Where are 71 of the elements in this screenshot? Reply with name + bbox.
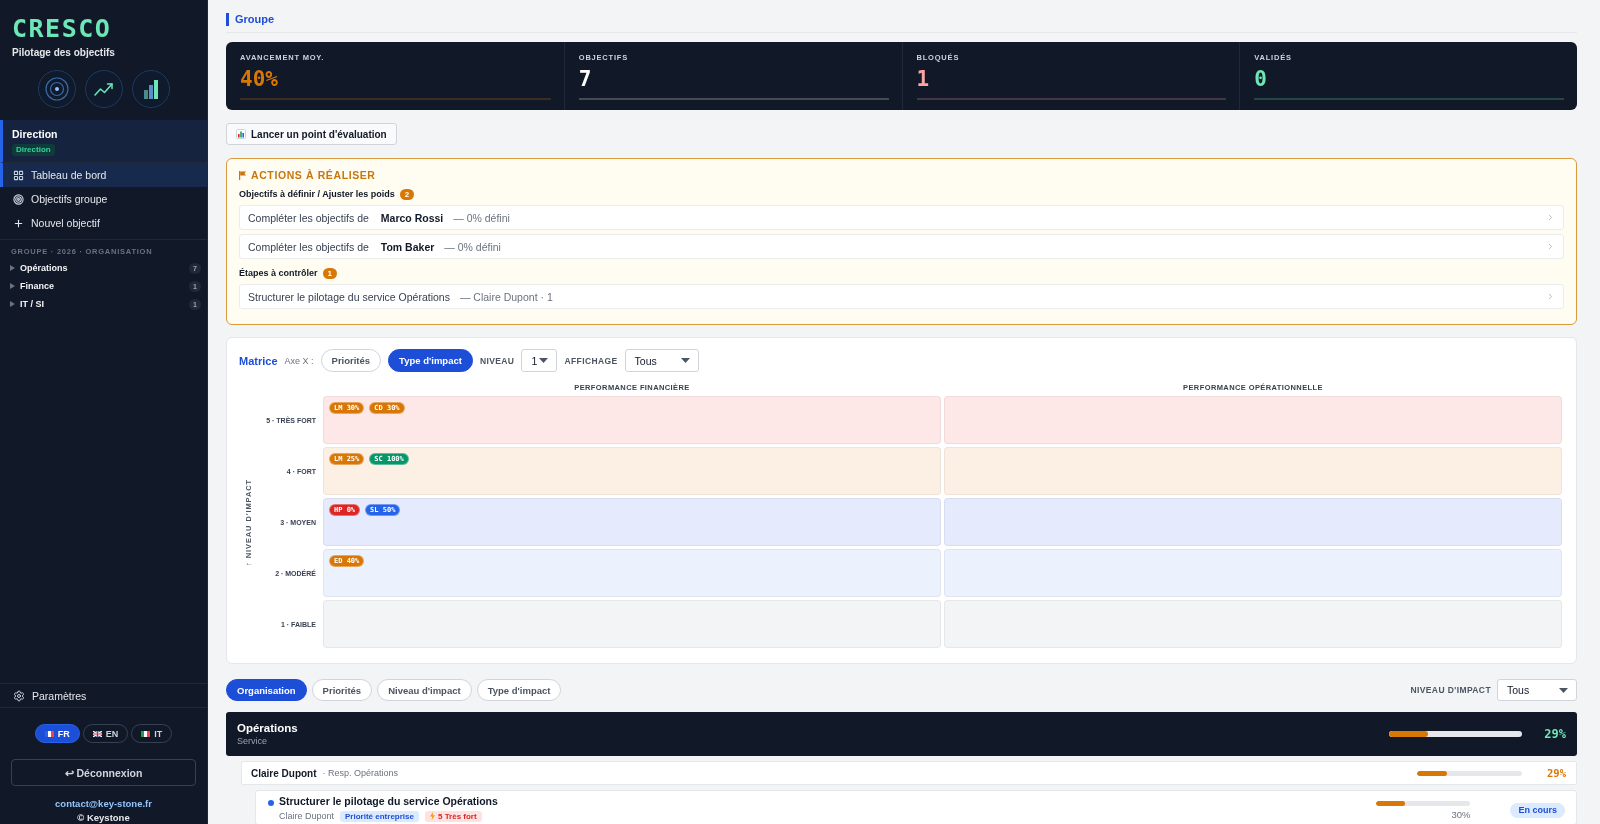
matrix-title: Matrice xyxy=(239,354,278,367)
objective-title: Structurer le pilotage du service Opérations xyxy=(279,795,498,808)
section-heading: Objectifs à définir / Ajuster les poids xyxy=(239,189,395,200)
plus-icon xyxy=(13,217,24,229)
target-icon xyxy=(13,193,24,205)
objective-owner: Claire Dupont xyxy=(279,810,335,822)
role-badge: Direction xyxy=(12,144,55,156)
section-heading: Étapes à contrôler xyxy=(239,268,318,279)
impact-select[interactable]: Tous xyxy=(1497,679,1577,701)
breadcrumb: Groupe xyxy=(226,13,275,26)
stat-value: 7 xyxy=(578,67,592,91)
nav-item[interactable]: Tableau de bord xyxy=(0,163,207,187)
language-button[interactable]: FR xyxy=(34,724,80,743)
action-item[interactable]: Compléter les objectifs de Marco Rossi — 0% défini xyxy=(239,205,1564,230)
display-select[interactable]: Tous xyxy=(624,349,699,372)
service-type: Service xyxy=(237,736,267,747)
action-item[interactable]: Structurer le pilotage du service Opérations — Claire Dupont · 1 xyxy=(239,284,1564,309)
flag-icon xyxy=(239,170,246,180)
grid-icon xyxy=(13,169,24,181)
count-badge: 1 xyxy=(322,268,337,279)
flag-icon xyxy=(92,730,102,737)
caret-down-icon xyxy=(680,358,690,363)
caret-down-icon xyxy=(539,358,549,363)
progress-value: 30% xyxy=(1451,809,1471,820)
display-label: AFFICHAGE xyxy=(564,355,618,366)
nav-item[interactable]: Nouvel objectif xyxy=(0,211,207,235)
lightning-icon xyxy=(429,812,435,820)
person-role: · Resp. Opérations xyxy=(322,768,399,778)
chevron-right-icon xyxy=(1546,213,1555,222)
logout-button[interactable]: ↩ Déconnexion xyxy=(11,759,196,786)
actions-title: ACTIONS À RÉALISER xyxy=(251,169,376,181)
app-tagline: Pilotage des objectifs xyxy=(12,46,115,60)
level-select[interactable]: 1 xyxy=(521,349,558,372)
filter-label: NIVEAU D'IMPACT xyxy=(1410,685,1491,695)
view-tab[interactable]: Organisation xyxy=(226,679,307,701)
evaluation-button[interactable]: Lancer un point d'évaluation xyxy=(226,123,397,145)
view-tab[interactable]: Type d'impact xyxy=(476,679,562,701)
settings-icon xyxy=(13,689,25,702)
caret-down-icon xyxy=(1559,687,1568,693)
view-tab[interactable]: Priorités xyxy=(311,679,373,701)
nav-item[interactable]: Objectifs groupe xyxy=(0,187,207,211)
axis-toggle[interactable]: Type d'impact xyxy=(388,349,473,372)
count-badge: 2 xyxy=(399,189,415,200)
copyright-text: © Keystone xyxy=(77,812,130,824)
action-item[interactable]: Compléter les objectifs de Tom Baker — 0% défini xyxy=(239,234,1564,259)
profile-name: Direction xyxy=(12,127,58,141)
impact-tag: 5 Très fort xyxy=(424,810,482,822)
view-tab[interactable]: Niveau d'impact xyxy=(377,679,472,701)
flag-icon xyxy=(141,730,151,737)
settings-item[interactable]: Paramètres xyxy=(0,683,207,708)
level-label: NIVEAU xyxy=(479,355,515,366)
flag-icon xyxy=(44,730,54,737)
app-logo: CRESCO xyxy=(12,16,112,42)
service-name: Opérations xyxy=(237,721,298,736)
chevron-right-icon xyxy=(1546,292,1555,301)
stat-value: 1 xyxy=(916,67,930,91)
axis-toggle[interactable]: Priorités xyxy=(320,349,382,372)
progress-value: 29% xyxy=(1546,767,1566,779)
status-badge: En cours xyxy=(1510,803,1565,818)
axis-label: Axe X : xyxy=(284,355,314,366)
bar-chart-icon xyxy=(236,129,246,139)
chevron-right-icon xyxy=(1546,242,1555,251)
stat-value: 40% xyxy=(240,67,278,91)
target-icon xyxy=(37,70,76,108)
bar-chart-icon xyxy=(131,70,170,108)
priority-tag: Priorité entreprise xyxy=(340,810,419,822)
status-dot-icon xyxy=(268,800,274,806)
person-name: Claire Dupont xyxy=(251,767,317,779)
progress-value: 29% xyxy=(1543,727,1566,741)
contact-link[interactable]: contact@key-stone.fr xyxy=(55,798,152,810)
stat-value: 0 xyxy=(1254,67,1267,91)
